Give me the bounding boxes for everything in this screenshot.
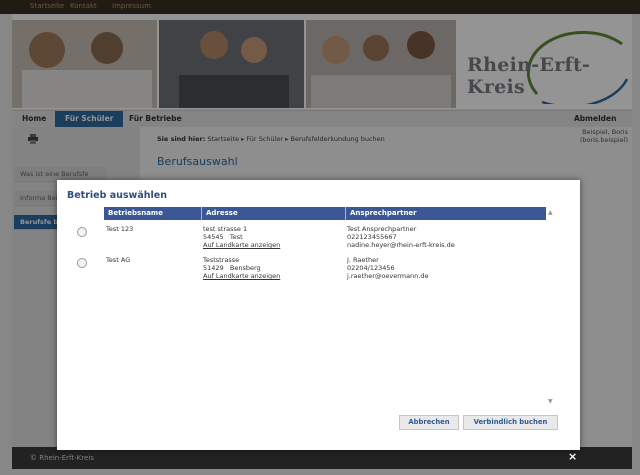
map-link[interactable]: Auf Landkarte anzeigen — [203, 272, 280, 280]
cancel-button[interactable]: Abbrechen — [399, 415, 459, 430]
address-street: Teststrasse — [203, 256, 240, 264]
table-row[interactable]: Test AG Teststrasse 51429 Bensberg Auf L… — [67, 256, 557, 286]
company-address: test strasse 1 54545 Test Auf Landkarte … — [203, 225, 280, 249]
dialog-title: Betrieb auswählen — [67, 190, 167, 201]
book-button[interactable]: Verbindlich buchen — [463, 415, 558, 430]
contact-email: nadine.heyer@rhein-erft-kreis.de — [347, 241, 455, 249]
select-radio[interactable] — [77, 258, 87, 268]
company-address: Teststrasse 51429 Bensberg Auf Landkarte… — [203, 256, 280, 280]
column-header-ansprechpartner[interactable]: Ansprechpartner — [345, 207, 547, 220]
close-icon[interactable]: × — [568, 450, 577, 463]
contact-name: J. Raether — [347, 256, 379, 264]
contact-phone: 02204/123456 — [347, 264, 395, 272]
contact-name: Test Ansprechpartner — [347, 225, 417, 233]
company-name: Test AG — [106, 256, 131, 264]
scroll-up-icon[interactable]: ▲ — [548, 209, 553, 216]
contact-email: j.raether@oevermann.de — [347, 272, 429, 280]
column-header-betriebsname[interactable]: Betriebsname — [104, 207, 200, 220]
column-header-adresse[interactable]: Adresse — [201, 207, 345, 220]
address-city: 51429 Bensberg — [203, 264, 261, 272]
scroll-down-icon[interactable]: ▼ — [548, 398, 553, 405]
table-header: Betriebsname Adresse Ansprechpartner — [104, 207, 546, 220]
select-company-dialog: Betrieb auswählen Betriebsname Adresse A… — [57, 180, 580, 450]
map-link[interactable]: Auf Landkarte anzeigen — [203, 241, 280, 249]
address-city: 54545 Test — [203, 233, 243, 241]
address-street: test strasse 1 — [203, 225, 248, 233]
select-radio[interactable] — [77, 227, 87, 237]
company-name: Test 123 — [106, 225, 134, 233]
contact-person: J. Raether 02204/123456 j.raether@oeverm… — [347, 256, 429, 280]
table-row[interactable]: Test 123 test strasse 1 54545 Test Auf L… — [67, 225, 557, 255]
contact-person: Test Ansprechpartner 022123455667 nadine… — [347, 225, 455, 249]
contact-phone: 022123455667 — [347, 233, 397, 241]
